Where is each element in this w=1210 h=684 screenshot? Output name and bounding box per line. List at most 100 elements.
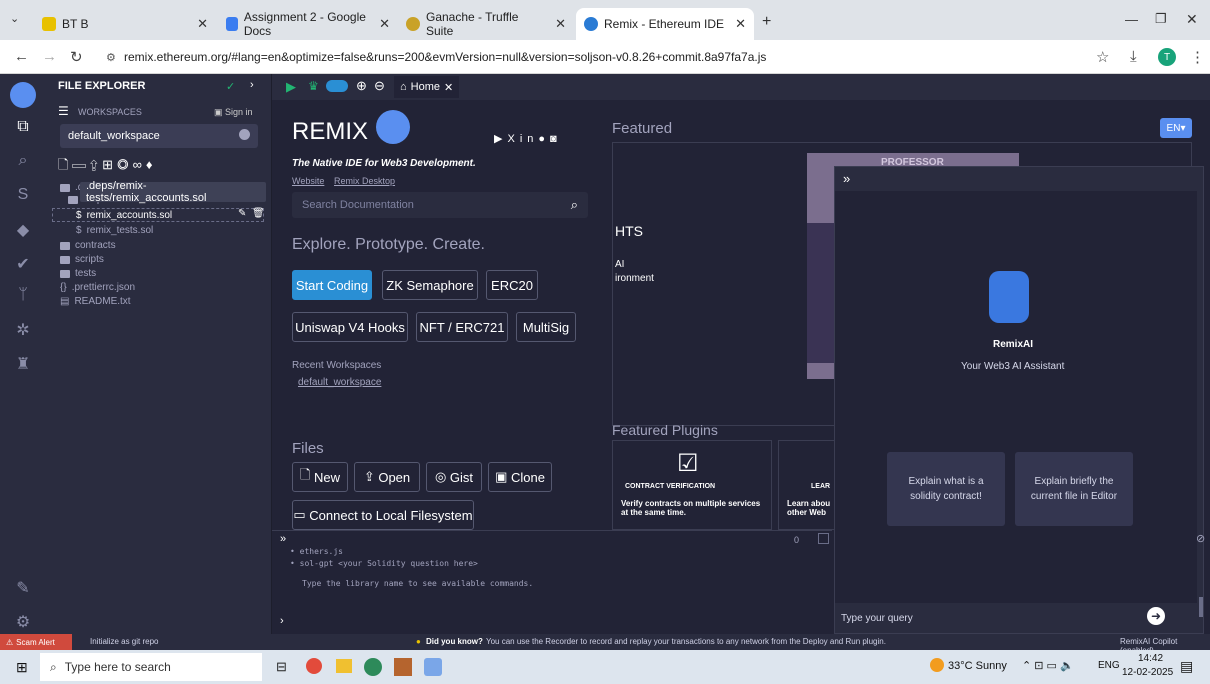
run-script-icon[interactable]: ▶	[286, 79, 296, 95]
task-view-icon[interactable]: ⊟	[276, 659, 287, 675]
x-icon[interactable]: X	[507, 133, 519, 145]
collapse-panel-icon[interactable]: ›	[250, 79, 254, 91]
close-tab-icon[interactable]: ✕	[555, 16, 566, 32]
ai-toggle-switch[interactable]	[326, 80, 348, 92]
clock-time[interactable]: 14:42	[1138, 653, 1163, 664]
tree-item-readme[interactable]: ▤ README.txt	[60, 296, 131, 307]
language-select[interactable]: EN ▾	[1160, 118, 1192, 138]
tab-home[interactable]: ⌂ Home ✕	[394, 76, 460, 98]
gist-button[interactable]: ◎ Gist	[426, 462, 482, 492]
youtube-icon[interactable]: ▶	[494, 133, 507, 145]
open-file-button[interactable]: ⇪ Open	[354, 462, 420, 492]
tab-google-docs[interactable]: Assignment 2 - Google Docs ✕	[218, 8, 398, 40]
linkedin-icon[interactable]: in	[520, 133, 539, 145]
windows-start-icon[interactable]: ⊞	[16, 659, 28, 676]
zk-semaphore-button[interactable]: ZK Semaphore	[382, 270, 478, 300]
terminal-collapse-icon[interactable]: »	[280, 533, 286, 545]
chrome-profile-icon[interactable]	[364, 658, 382, 676]
reload-icon[interactable]: ↻	[70, 48, 83, 66]
send-arrow-icon[interactable]: ➜	[1147, 607, 1165, 625]
collapse-chevron-icon[interactable]: »	[843, 171, 850, 186]
recent-workspace-link[interactable]: default_workspace	[298, 377, 381, 388]
notification-icon[interactable]: ▤	[1180, 658, 1193, 675]
scam-alert-button[interactable]: ⚠ Scam Alert	[0, 634, 72, 650]
chrome-icon[interactable]	[306, 658, 322, 674]
listen-checkbox[interactable]	[818, 533, 829, 544]
new-tab-icon[interactable]: +	[762, 13, 771, 31]
clone-button[interactable]: ▣ Clone	[488, 462, 552, 492]
scrollbar-thumb[interactable]	[1199, 597, 1203, 617]
taskbar-search-field[interactable]: ⌕ Type here to search	[40, 653, 262, 681]
zoom-out-icon[interactable]: ⊖	[374, 78, 385, 94]
plugin-card-learneth[interactable]: LEAR Learn abou other Web	[778, 440, 838, 530]
bookmark-star-icon[interactable]: ☆	[1096, 48, 1109, 66]
file-explorer-taskbar-icon[interactable]	[336, 659, 352, 673]
zoom-in-icon[interactable]: ⊕	[356, 78, 367, 94]
search-icon[interactable]: ⌕	[571, 197, 578, 213]
tree-item-contracts[interactable]: contracts	[60, 240, 116, 251]
settings-gear-icon[interactable]: ⚙	[0, 612, 46, 632]
tree-item-tests[interactable]: tests	[60, 268, 96, 279]
back-icon[interactable]: ←	[14, 48, 29, 65]
app-taskbar-icon[interactable]	[394, 658, 412, 676]
close-window-icon[interactable]: ✕	[1186, 11, 1198, 28]
site-info-icon[interactable]: ⚙	[106, 51, 116, 64]
uniswap-hooks-button[interactable]: Uniswap V4 Hooks	[292, 312, 408, 342]
browser-menu-icon[interactable]: ⋮	[1190, 48, 1205, 66]
delete-trash-icon[interactable]: 🗑	[252, 208, 265, 219]
website-link[interactable]: Website	[292, 176, 324, 186]
start-coding-button[interactable]: Start Coding	[292, 270, 372, 300]
close-tab-icon[interactable]: ✕	[197, 16, 208, 32]
discord-icon[interactable]: ◙	[550, 133, 562, 145]
file-explorer-icon[interactable]: ⧉	[0, 118, 46, 136]
minimize-icon[interactable]: —	[1125, 12, 1138, 27]
tab-remix[interactable]: Remix - Ethereum IDE ✕	[576, 8, 754, 40]
erc20-button[interactable]: ERC20	[486, 270, 538, 300]
git-icon[interactable]: ᛘ	[0, 286, 46, 304]
plugin-manager-icon[interactable]: ✎	[0, 578, 46, 598]
plugin-card-contract-verification[interactable]: ☑ CONTRACT VERIFICATION Verify contracts…	[612, 440, 772, 530]
rename-edit-icon[interactable]: ✎	[238, 208, 246, 219]
profile-avatar[interactable]: T	[1158, 48, 1176, 66]
restore-icon[interactable]: ❐	[1155, 11, 1167, 27]
medium-icon[interactable]: ●	[538, 133, 550, 145]
upload-file-icon[interactable]: ⇪	[89, 157, 102, 172]
nft-erc721-button[interactable]: NFT / ERC721	[416, 312, 508, 342]
search-icon[interactable]: ⌕	[0, 152, 46, 170]
new-file-button[interactable]: 🗋 New	[292, 462, 348, 492]
close-tab-icon[interactable]: ✕	[379, 16, 390, 32]
solidity-icon[interactable]: ♦	[146, 157, 157, 172]
close-tab-icon[interactable]: ✕	[735, 16, 746, 32]
git-init-link[interactable]: Initialize as git repo	[90, 637, 158, 646]
link-icon[interactable]: ∞	[133, 157, 146, 172]
solidity-test-icon[interactable]: ✔	[0, 254, 46, 274]
upload-folder-icon[interactable]: ⊞	[102, 157, 117, 172]
sign-in-link[interactable]: ▣ Sign in	[214, 107, 253, 118]
tree-item-scripts[interactable]: scripts	[60, 254, 104, 265]
clock-date[interactable]: 12-02-2025	[1122, 667, 1173, 678]
tree-item-remix-accounts[interactable]: $ remix_accounts.sol	[76, 210, 172, 221]
tree-item-prettierrc[interactable]: {} .prettierrc.json	[60, 282, 135, 293]
download-icon[interactable]: ⤓	[1130, 48, 1137, 65]
ai-query-input[interactable]: Type your query	[841, 607, 1137, 629]
hamburger-icon[interactable]: ☰	[58, 104, 69, 118]
debugger-icon[interactable]: ✲	[0, 320, 46, 340]
solidity-compiler-icon[interactable]: S	[0, 186, 46, 204]
workspace-select[interactable]: default_workspace	[60, 124, 258, 148]
tree-item-remix-tests[interactable]: $ remix_tests.sol	[76, 225, 153, 236]
tray-icons[interactable]: ⌃ ⊡ ▭ 🔈	[1022, 659, 1074, 672]
new-folder-icon[interactable]: ▭	[72, 157, 89, 172]
terminal-prompt-icon[interactable]: ›	[280, 615, 284, 627]
close-tab-icon[interactable]: ✕	[444, 81, 453, 94]
remixai-robot-icon[interactable]: ♛	[308, 79, 319, 93]
language-indicator[interactable]: ENG	[1098, 660, 1120, 671]
connect-filesystem-button[interactable]: ▭ Connect to Local Filesystem	[292, 500, 474, 530]
remix-desktop-link[interactable]: Remix Desktop	[334, 176, 395, 186]
app2-taskbar-icon[interactable]	[424, 658, 442, 676]
remix-logo-icon[interactable]	[10, 82, 36, 108]
new-file-icon[interactable]: 🗋	[58, 157, 72, 172]
suggestion-explain-contract[interactable]: Explain what is a solidity contract!	[887, 452, 1005, 526]
deploy-run-icon[interactable]: ◆	[0, 220, 46, 240]
tab-search-chevron-icon[interactable]: ⌄	[10, 12, 19, 25]
forward-icon[interactable]: →	[42, 48, 57, 65]
